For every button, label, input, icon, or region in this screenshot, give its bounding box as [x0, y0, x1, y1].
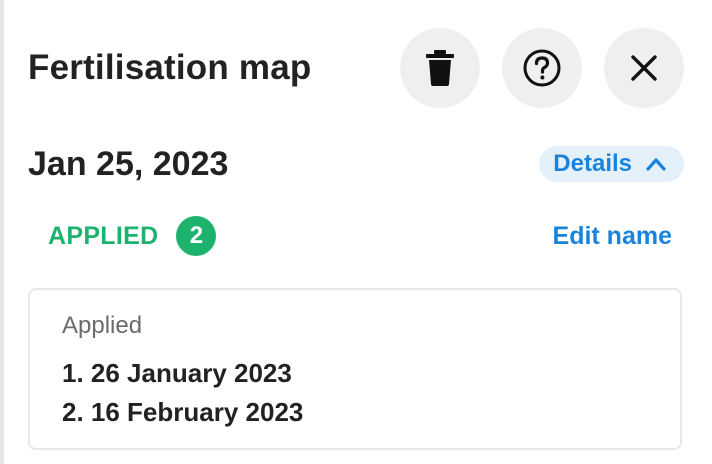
help-circle-icon: [523, 49, 561, 87]
status-group: APPLIED 2: [48, 216, 217, 256]
page-title: Fertilisation map: [28, 48, 312, 87]
panel-header: Fertilisation map: [28, 28, 684, 108]
applied-dates-card: Applied 1. 26 January 2023 2. 16 Februar…: [28, 288, 682, 450]
card-heading: Applied: [62, 312, 143, 339]
list-item: 2. 16 February 2023: [62, 397, 304, 427]
close-button[interactable]: [604, 28, 684, 108]
list-item: 1. 26 January 2023: [62, 358, 292, 388]
close-icon: [631, 55, 657, 81]
status-count-badge: 2: [176, 216, 217, 256]
details-toggle-button[interactable]: Details: [539, 146, 684, 182]
delete-button[interactable]: [400, 28, 480, 108]
status-label: APPLIED: [48, 221, 159, 250]
status-row: APPLIED 2 Edit name: [48, 216, 672, 256]
chevron-up-icon: [646, 157, 666, 171]
trash-icon: [426, 50, 454, 86]
edit-name-link[interactable]: Edit name: [553, 222, 672, 251]
help-button[interactable]: [502, 28, 582, 108]
fertilisation-map-panel: Fertilisation map Jan 25, 2023 Details A…: [0, 0, 712, 464]
map-date: Jan 25, 2023: [28, 144, 229, 183]
date-row: Jan 25, 2023 Details: [28, 140, 684, 188]
details-label: Details: [553, 150, 632, 177]
